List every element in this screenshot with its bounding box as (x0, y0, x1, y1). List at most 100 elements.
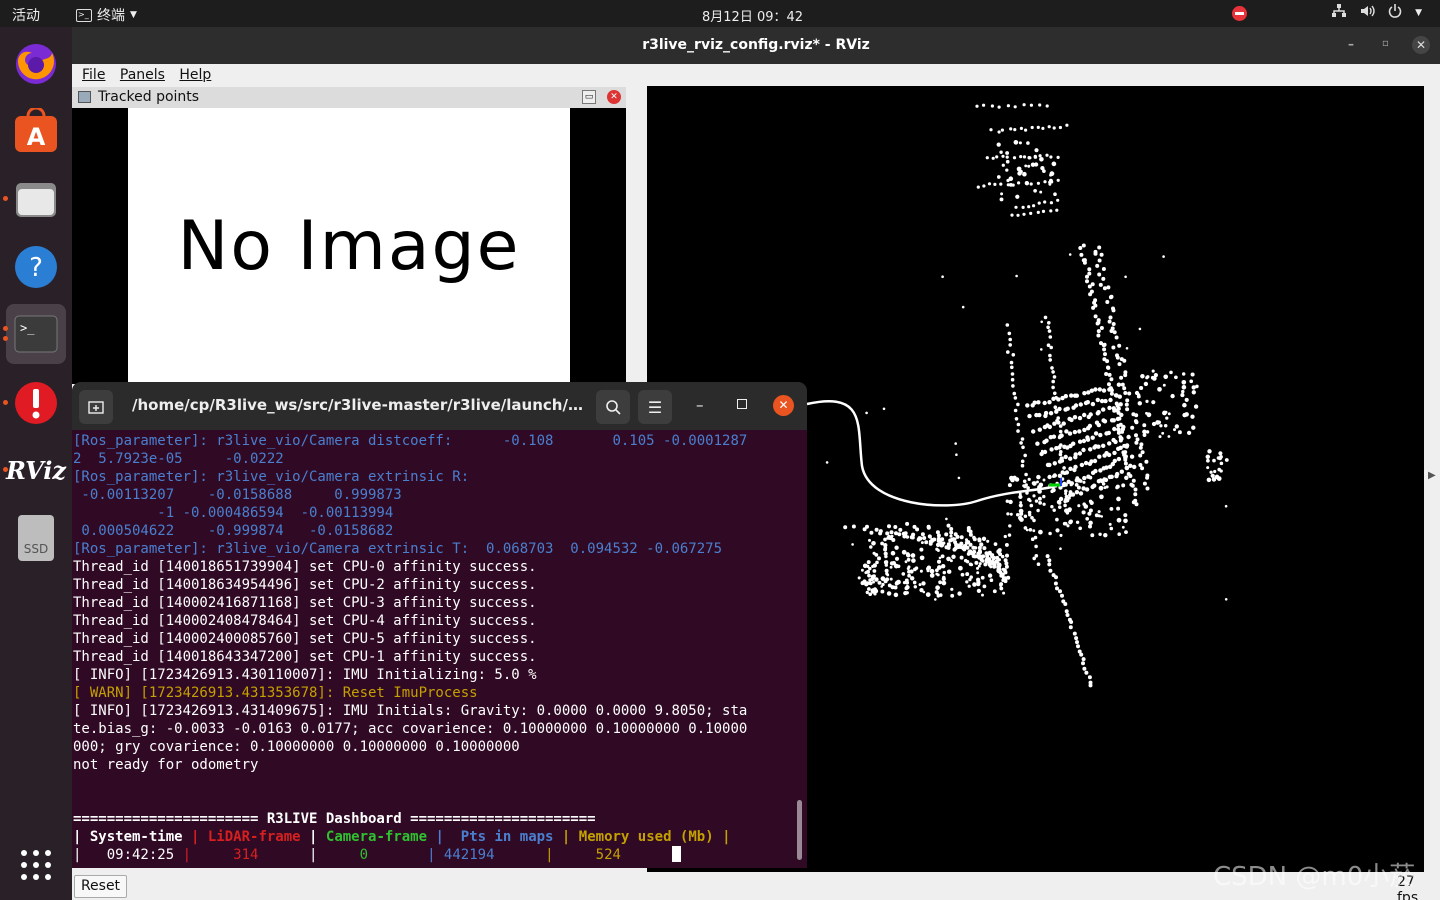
cloud-point (868, 566, 872, 571)
dock-rviz[interactable]: RViz (3, 440, 66, 500)
cloud-point (1085, 437, 1091, 442)
cloud-point (1026, 141, 1030, 145)
show-apps-button[interactable] (6, 835, 66, 895)
menu-help[interactable]: Help (179, 67, 211, 83)
minimize-button[interactable]: – (1348, 37, 1354, 51)
cloud-point (1010, 213, 1014, 217)
cloud-point (1016, 429, 1020, 433)
search-button[interactable] (596, 390, 630, 424)
terminal-window[interactable]: /home/cp/R3live_ws/src/r3live-master/r3l… (72, 382, 807, 868)
dock-terminal[interactable]: >_ (3, 304, 66, 364)
cloud-point (1082, 475, 1087, 481)
maximize-button[interactable] (737, 399, 747, 409)
reset-button[interactable]: Reset (74, 875, 127, 898)
cloud-point (1107, 441, 1112, 446)
running-indicator (3, 326, 8, 331)
cloud-point (1005, 553, 1009, 558)
image-panel-titlebar[interactable]: Tracked points ▭ ✕ (72, 87, 626, 108)
cloud-point (922, 590, 926, 594)
cloud-point (896, 564, 901, 569)
cloud-point (987, 182, 992, 186)
cloud-point (1097, 510, 1101, 514)
cloud-point (1140, 373, 1145, 379)
dock-app-center[interactable]: A (6, 101, 66, 161)
cloud-point (929, 573, 935, 578)
cloud-point (982, 103, 986, 107)
cloud-point (1078, 246, 1083, 250)
cloud-point (894, 545, 899, 550)
dock-ssd[interactable]: SSD (6, 508, 66, 568)
cloud-point (954, 442, 957, 445)
cloud-point (992, 589, 997, 594)
cloud-point (880, 585, 883, 588)
cloud-point (1087, 423, 1093, 429)
close-button[interactable]: ✕ (1412, 36, 1430, 54)
cloud-point (1158, 435, 1162, 439)
cloud-point (1004, 564, 1009, 569)
rviz-titlebar[interactable]: r3live_rviz_config.rviz* - RViz – ▫ ✕ (72, 27, 1440, 64)
cloud-point (868, 538, 871, 542)
cloud-point (1024, 472, 1028, 477)
new-tab-button[interactable] (79, 390, 113, 424)
cloud-point (1082, 412, 1087, 418)
cloud-point (1138, 327, 1142, 331)
cloud-point (1106, 452, 1112, 458)
menu-panels[interactable]: Panels (120, 67, 165, 83)
cloud-point (1151, 369, 1155, 373)
image-panel-icon (78, 91, 91, 103)
dock-firefox[interactable] (6, 33, 66, 93)
cloud-point (958, 565, 963, 571)
dock-help[interactable]: ? (6, 237, 66, 297)
app-menu[interactable]: >_ 终端 ▼ (76, 5, 137, 25)
cloud-point (1049, 209, 1053, 213)
cloud-point (887, 583, 892, 588)
hamburger-menu-button[interactable]: ☰ (638, 390, 672, 424)
running-indicator (3, 196, 8, 201)
do-not-disturb-icon[interactable] (1232, 5, 1248, 21)
cloud-point (1078, 526, 1083, 531)
cloud-point (1115, 484, 1120, 489)
cloud-point (1081, 510, 1086, 515)
cloud-point (1111, 418, 1116, 423)
cloud-point (1117, 362, 1122, 367)
cloud-point (893, 525, 898, 529)
terminal-headerbar[interactable]: /home/cp/R3live_ws/src/r3live-master/r3l… (72, 382, 807, 430)
cloud-point (1125, 407, 1130, 412)
cloud-point (891, 560, 897, 566)
cloud-point (877, 556, 881, 561)
dock-files[interactable] (3, 169, 66, 229)
cloud-point (1143, 381, 1149, 387)
dock-software-updater[interactable] (3, 373, 66, 433)
cloud-point (1057, 445, 1062, 450)
close-button[interactable]: ✕ (773, 395, 794, 416)
cloud-point (934, 590, 939, 595)
cloud-point (1033, 188, 1037, 193)
cloud-point (949, 530, 954, 535)
cloud-point (1059, 456, 1064, 461)
panel-close-button[interactable]: ✕ (607, 90, 621, 104)
cloud-point (919, 569, 923, 573)
activities-button[interactable]: 活动 (12, 5, 40, 25)
cloud-point (1099, 326, 1104, 330)
cloud-point (1109, 377, 1114, 382)
terminal-output[interactable]: [Ros_parameter]: r3live_vio/Camera distc… (73, 432, 803, 864)
minimize-button[interactable]: – (696, 396, 704, 414)
maximize-button[interactable]: ▫ (1382, 38, 1389, 49)
terminal-scrollbar[interactable] (797, 800, 802, 860)
panel-float-button[interactable]: ▭ (582, 90, 596, 104)
cloud-point (1118, 445, 1123, 450)
cloud-point (1088, 520, 1093, 526)
clock[interactable]: 8月12日 09：42 (702, 6, 803, 25)
system-tray[interactable]: ▼ (1232, 3, 1422, 23)
no-image-placeholder: No Image (128, 108, 570, 384)
running-indicator (3, 400, 8, 405)
scroll-arrow-icon[interactable]: ▶ (1428, 470, 1436, 481)
cloud-point (936, 549, 940, 552)
cloud-point (1165, 416, 1169, 420)
menu-file[interactable]: File (82, 67, 105, 83)
cloud-point (1085, 400, 1090, 405)
cloud-point (1019, 511, 1024, 516)
cloud-point (1123, 370, 1128, 375)
cloud-point (998, 570, 1003, 575)
sep: | (300, 829, 326, 845)
